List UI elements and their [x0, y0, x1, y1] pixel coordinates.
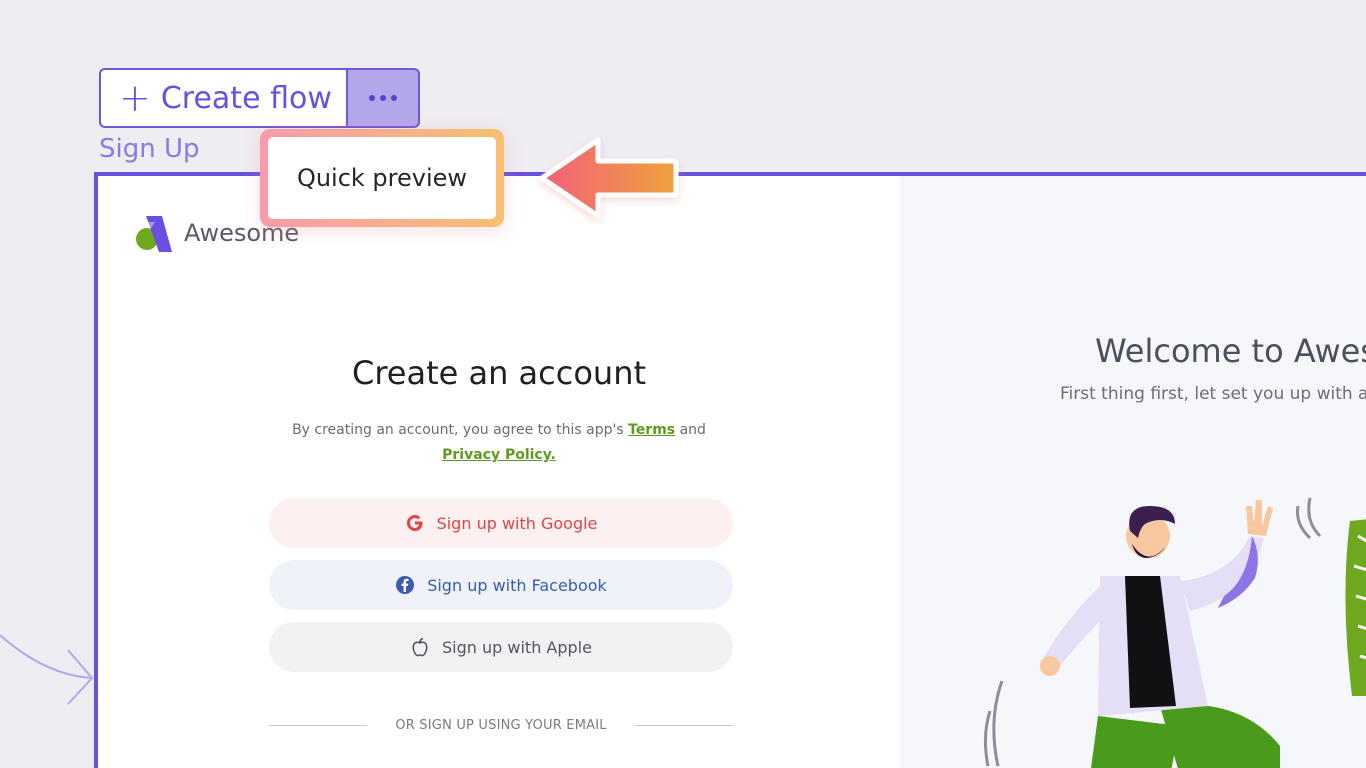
- sign-up-google-button[interactable]: Sign up with Google: [269, 498, 733, 548]
- sign-up-apple-button[interactable]: Sign up with Apple: [269, 622, 733, 672]
- google-label: Sign up with Google: [436, 513, 598, 533]
- signup-form-pane: Awesome Create an account By creating an…: [98, 176, 900, 768]
- welcome-subtitle: First thing first, let set you up with a…: [1060, 384, 1366, 404]
- terms-and: and: [679, 422, 706, 438]
- plus-icon: +: [119, 76, 151, 120]
- quick-preview-label: Quick preview: [268, 137, 496, 219]
- welcome-pane: Welcome to Awes First thing first, let s…: [900, 176, 1366, 768]
- email-divider: OR SIGN UP USING YOUR EMAIL: [269, 718, 734, 733]
- form-heading: Create an account: [351, 354, 647, 392]
- more-options-button[interactable]: [348, 68, 420, 128]
- screen-preview-frame[interactable]: Awesome Create an account By creating an…: [94, 172, 1366, 768]
- divider-text: OR SIGN UP USING YOUR EMAIL: [395, 718, 607, 733]
- terms-text: By creating an account, you agree to thi…: [98, 418, 900, 468]
- create-flow-label: Create flow: [160, 80, 332, 116]
- facebook-label: Sign up with Facebook: [427, 575, 607, 595]
- apple-label: Sign up with Apple: [442, 637, 592, 657]
- flow-name-label: Sign Up: [99, 134, 200, 164]
- sign-up-facebook-button[interactable]: Sign up with Facebook: [269, 560, 733, 610]
- google-icon: [406, 515, 423, 531]
- quick-preview-tooltip[interactable]: Quick preview: [260, 129, 504, 227]
- privacy-policy-link[interactable]: Privacy Policy.: [442, 447, 556, 463]
- flow-toolbar: + Create flow: [99, 68, 420, 128]
- connector-arrow-icon: [0, 634, 94, 705]
- awesome-logo-icon: [136, 216, 172, 252]
- more-horizontal-icon: [369, 95, 397, 101]
- terms-prefix: By creating an account, you agree to thi…: [292, 422, 624, 438]
- terms-link[interactable]: Terms: [628, 422, 675, 438]
- welcome-title: Welcome to Awes: [1095, 332, 1366, 370]
- people-celebrating-illustration: [983, 497, 1366, 768]
- apple-icon: [412, 637, 428, 657]
- create-flow-button[interactable]: + Create flow: [99, 68, 348, 128]
- pointer-arrow-icon: [539, 137, 679, 219]
- facebook-icon: [396, 576, 415, 594]
